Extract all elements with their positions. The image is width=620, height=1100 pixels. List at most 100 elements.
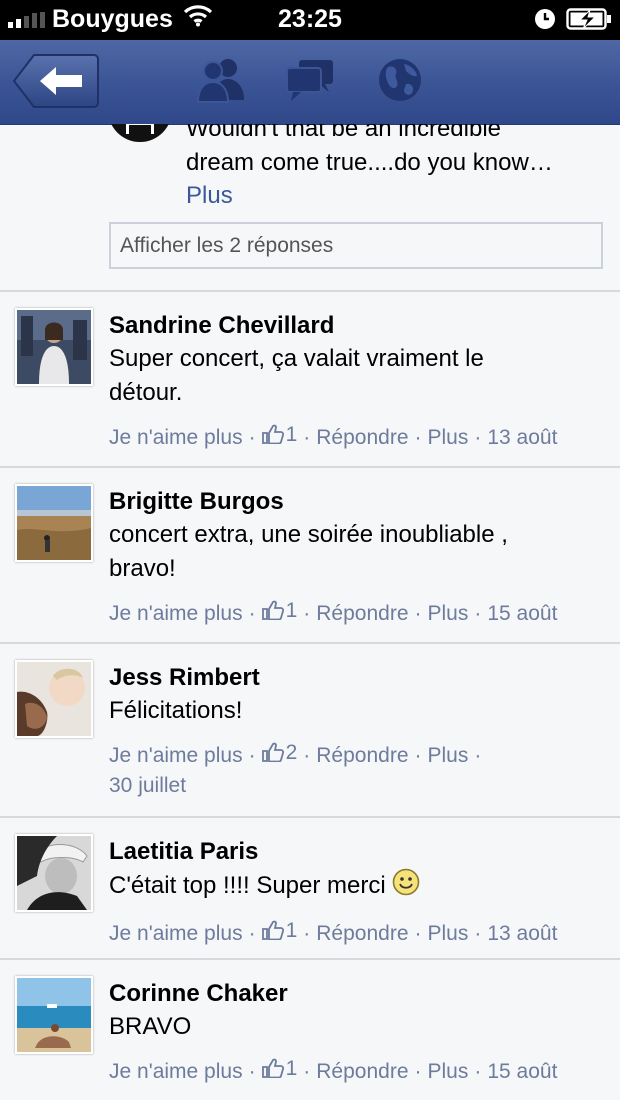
like-count[interactable]: 1 xyxy=(261,420,298,450)
separator: · xyxy=(248,426,256,449)
like-count[interactable]: 1 xyxy=(261,1054,298,1084)
separator: · xyxy=(303,744,311,767)
unlike-link[interactable]: Je n'aime plus xyxy=(109,922,243,945)
avatar[interactable] xyxy=(15,834,93,912)
unlike-link[interactable]: Je n'aime plus xyxy=(109,744,243,767)
comment-date: 13 août xyxy=(487,426,558,449)
comment-author[interactable]: Sandrine Chevillard xyxy=(109,310,606,342)
more-link[interactable]: Plus xyxy=(428,744,469,767)
separator: · xyxy=(474,744,482,767)
carrier-name: Bouygues xyxy=(52,5,173,33)
comment-item: Laetitia Paris C'était top !!!! Super me… xyxy=(0,818,620,960)
separator: · xyxy=(414,426,422,449)
separator: · xyxy=(414,744,422,767)
avatar[interactable] xyxy=(15,484,93,562)
comment-actions: Je n'aime plus · 1 · Répondre · Plus · 15 août xyxy=(109,1054,606,1087)
more-link[interactable]: Plus xyxy=(428,922,469,945)
comment-text: Wouldn't that be an incredible dream com… xyxy=(186,124,606,180)
comment-text: Félicitations! xyxy=(109,697,243,724)
thumbs-up-icon xyxy=(261,424,284,444)
separator: · xyxy=(474,922,482,945)
comment-actions: Je n'aime plus · 1 · Répondre · Plus · 13 août xyxy=(109,420,606,453)
separator: · xyxy=(414,1060,422,1083)
navigation-bar xyxy=(0,40,620,125)
comment-text: BRAVO xyxy=(109,1013,192,1040)
separator: · xyxy=(303,602,311,625)
show-replies-button[interactable]: Afficher les 2 réponses xyxy=(109,222,603,269)
status-bar: Bouygues 23:25 xyxy=(0,0,620,40)
avatar[interactable] xyxy=(108,124,172,142)
comment-text-line: Wouldn't that be an incredible xyxy=(186,124,502,142)
comment-text: Super concert, ça valait vraiment le dét… xyxy=(109,345,484,406)
reply-link[interactable]: Répondre xyxy=(316,744,408,767)
like-count-value: 1 xyxy=(285,1057,298,1080)
unlike-link[interactable]: Je n'aime plus xyxy=(109,602,243,625)
like-count-value: 1 xyxy=(285,423,298,446)
comment-date: 15 août xyxy=(487,1060,558,1083)
separator: · xyxy=(414,922,422,945)
separator: · xyxy=(303,922,311,945)
reply-link[interactable]: Répondre xyxy=(316,426,408,449)
more-link[interactable]: Plus xyxy=(428,1060,469,1083)
comment-date: 30 juillet xyxy=(109,774,187,797)
comment-text: C'était top !!!! Super merci xyxy=(109,872,386,899)
separator: · xyxy=(474,426,482,449)
comment-author[interactable]: Jess Rimbert xyxy=(109,662,606,694)
thumbs-up-icon xyxy=(261,920,284,940)
like-count[interactable]: 2 xyxy=(261,738,298,768)
separator: · xyxy=(303,1060,311,1083)
back-button[interactable] xyxy=(12,52,100,110)
comment-item: Brigitte Burgos concert extra, une soiré… xyxy=(0,468,620,644)
comment-actions: Je n'aime plus · 1 · Répondre · Plus · 13 août xyxy=(109,916,606,949)
comment-item: Jess Rimbert Félicitations! Je n'aime pl… xyxy=(0,644,620,818)
messages-icon[interactable] xyxy=(285,56,335,109)
separator: · xyxy=(474,602,482,625)
separator: · xyxy=(414,602,422,625)
separator: · xyxy=(248,1060,256,1083)
thumbs-up-icon xyxy=(261,1058,284,1078)
like-count-value: 1 xyxy=(285,919,298,942)
see-more-link[interactable]: Plus xyxy=(186,182,233,210)
signal-icon xyxy=(8,11,45,28)
like-count-value: 2 xyxy=(285,741,298,764)
comment-actions: Je n'aime plus · 2 · Répondre · Plus · 30 juille… xyxy=(109,738,529,801)
comment-text-row: C'était top !!!! Super merci xyxy=(109,868,606,906)
friends-icon[interactable] xyxy=(194,56,248,109)
like-count[interactable]: 1 xyxy=(261,596,298,626)
reply-link[interactable]: Répondre xyxy=(316,602,408,625)
battery-charging-icon xyxy=(566,7,612,38)
comment-text-line: dream come true....do you know… xyxy=(186,149,553,176)
thumbs-up-icon xyxy=(261,600,284,620)
globe-icon[interactable] xyxy=(376,56,424,109)
separator: · xyxy=(248,922,256,945)
partial-comment: Wouldn't that be an incredible dream com… xyxy=(0,124,620,292)
comment-author[interactable]: Brigitte Burgos xyxy=(109,486,606,518)
comment-text: concert extra, une soirée inoubliable , … xyxy=(109,521,508,582)
like-count-value: 1 xyxy=(285,599,298,622)
thumbs-up-icon xyxy=(261,742,284,762)
like-count[interactable]: 1 xyxy=(261,916,298,946)
comment-item: Corinne Chaker BRAVO Je n'aime plus · 1 · Ré… xyxy=(0,960,620,1100)
comment-actions: Je n'aime plus · 1 · Répondre · Plus · 15 août xyxy=(109,596,606,629)
reply-link[interactable]: Répondre xyxy=(316,1060,408,1083)
comment-date: 13 août xyxy=(487,922,558,945)
clock-icon xyxy=(534,8,556,37)
reply-link[interactable]: Répondre xyxy=(316,922,408,945)
back-arrow-icon xyxy=(12,54,99,108)
unlike-link[interactable]: Je n'aime plus xyxy=(109,426,243,449)
avatar[interactable] xyxy=(15,308,93,386)
comment-date: 15 août xyxy=(487,602,558,625)
avatar[interactable] xyxy=(15,976,93,1054)
comments-feed[interactable]: Wouldn't that be an incredible dream com… xyxy=(0,124,620,1100)
more-link[interactable]: Plus xyxy=(428,602,469,625)
smiley-icon xyxy=(392,868,420,906)
comment-author[interactable]: Corinne Chaker xyxy=(109,978,606,1010)
more-link[interactable]: Plus xyxy=(428,426,469,449)
comment-author[interactable]: Laetitia Paris xyxy=(109,836,606,868)
unlike-link[interactable]: Je n'aime plus xyxy=(109,1060,243,1083)
separator: · xyxy=(248,602,256,625)
avatar[interactable] xyxy=(15,660,93,738)
separator: · xyxy=(474,1060,482,1083)
separator: · xyxy=(248,744,256,767)
wifi-icon xyxy=(183,3,213,34)
